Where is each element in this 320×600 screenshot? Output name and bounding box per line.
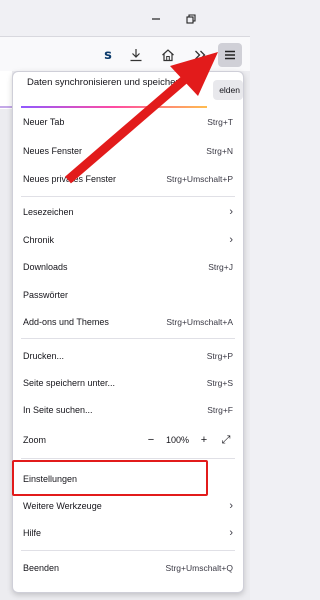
zoom-controls: − 100% + ⤢ bbox=[144, 433, 233, 447]
chevron-right-icon: › bbox=[229, 527, 233, 539]
menu-item-label: Chronik bbox=[23, 235, 55, 245]
chevron-double-right-icon[interactable] bbox=[188, 43, 212, 67]
sync-prompt-text[interactable]: Daten synchronisieren und speichern bbox=[23, 72, 207, 110]
menu-item-shortcut: Strg+S bbox=[206, 378, 233, 388]
menu-separator bbox=[21, 338, 235, 339]
page-edge-rule bbox=[0, 106, 12, 108]
menu-item-label: Seite speichern unter... bbox=[23, 378, 116, 388]
menu-item-shortcut: Strg+Umschalt+A bbox=[166, 317, 233, 327]
menu-item-new-window[interactable]: Neues Fenster Strg+N bbox=[13, 139, 243, 163]
chevron-right-icon: › bbox=[229, 500, 233, 512]
menu-item-history[interactable]: Chronik › bbox=[13, 228, 243, 252]
menu-item-more-tools[interactable]: Weitere Werkzeuge › bbox=[13, 494, 243, 518]
fullscreen-icon[interactable]: ⤢ bbox=[219, 433, 233, 447]
menu-item-zoom: Zoom − 100% + ⤢ bbox=[13, 428, 243, 452]
restore-icon[interactable] bbox=[180, 8, 202, 30]
menu-item-new-private-window[interactable]: Neues privates Fenster Strg+Umschalt+P bbox=[13, 167, 243, 191]
sync-gradient-rule bbox=[21, 106, 207, 108]
menu-item-label: Zoom bbox=[23, 435, 47, 445]
menu-item-downloads[interactable]: Downloads Strg+J bbox=[13, 255, 243, 279]
chevron-right-icon: › bbox=[229, 206, 233, 218]
sync-login-button[interactable]: elden bbox=[213, 80, 243, 100]
chevron-right-icon: › bbox=[229, 234, 233, 246]
menu-item-label: In Seite suchen... bbox=[23, 405, 93, 415]
menu-item-shortcut: Strg+T bbox=[207, 117, 233, 127]
menu-item-shortcut: Strg+J bbox=[208, 262, 233, 272]
menu-item-label: Lesezeichen bbox=[23, 207, 74, 217]
menu-item-label: Hilfe bbox=[23, 528, 42, 538]
menu-item-label: Drucken... bbox=[23, 351, 65, 361]
menu-item-label: Neues privates Fenster bbox=[23, 174, 117, 184]
menu-item-label: Neuer Tab bbox=[23, 117, 65, 127]
navigation-toolbar: s bbox=[0, 37, 250, 71]
menu-item-quit[interactable]: Beenden Strg+Umschalt+Q bbox=[13, 556, 243, 580]
home-icon[interactable] bbox=[156, 43, 180, 67]
menu-item-shortcut: Strg+P bbox=[206, 351, 233, 361]
menu-item-label: Beenden bbox=[23, 563, 60, 573]
menu-item-addons-themes[interactable]: Add-ons und Themes Strg+Umschalt+A bbox=[13, 310, 243, 334]
menu-item-shortcut: Strg+Umschalt+Q bbox=[165, 563, 233, 573]
sync-icon[interactable]: s bbox=[96, 43, 120, 67]
menu-item-label: Add-ons und Themes bbox=[23, 317, 109, 327]
zoom-level[interactable]: 100% bbox=[166, 435, 189, 445]
menu-separator bbox=[21, 196, 235, 197]
menu-separator bbox=[21, 550, 235, 551]
menu-item-help[interactable]: Hilfe › bbox=[13, 521, 243, 545]
menu-item-shortcut: Strg+N bbox=[206, 146, 233, 156]
app-menu-panel: Daten synchronisieren und speichern elde… bbox=[12, 71, 244, 593]
window-titlebar bbox=[0, 0, 250, 36]
menu-item-print[interactable]: Drucken... Strg+P bbox=[13, 344, 243, 368]
menu-separator bbox=[21, 458, 235, 459]
menu-item-bookmarks[interactable]: Lesezeichen › bbox=[13, 200, 243, 224]
menu-item-label: Weitere Werkzeuge bbox=[23, 501, 102, 511]
menu-item-find-in-page[interactable]: In Seite suchen... Strg+F bbox=[13, 398, 243, 422]
menu-item-save-page[interactable]: Seite speichern unter... Strg+S bbox=[13, 371, 243, 395]
menu-item-settings[interactable]: Einstellungen bbox=[13, 467, 243, 491]
download-icon[interactable] bbox=[124, 43, 148, 67]
menu-item-label: Downloads bbox=[23, 262, 68, 272]
menu-item-label: Neues Fenster bbox=[23, 146, 83, 156]
hamburger-menu-icon[interactable] bbox=[218, 43, 242, 67]
menu-item-label: Passwörter bbox=[23, 290, 69, 300]
zoom-out-button[interactable]: − bbox=[144, 433, 158, 447]
menu-item-label: Einstellungen bbox=[23, 474, 78, 484]
menu-item-shortcut: Strg+F bbox=[207, 405, 233, 415]
menu-item-shortcut: Strg+Umschalt+P bbox=[166, 174, 233, 184]
menu-item-new-tab[interactable]: Neuer Tab Strg+T bbox=[13, 110, 243, 134]
zoom-in-button[interactable]: + bbox=[197, 433, 211, 447]
menu-item-passwords[interactable]: Passwörter bbox=[13, 283, 243, 307]
minimize-icon[interactable] bbox=[145, 8, 167, 30]
page-edge bbox=[0, 71, 12, 109]
